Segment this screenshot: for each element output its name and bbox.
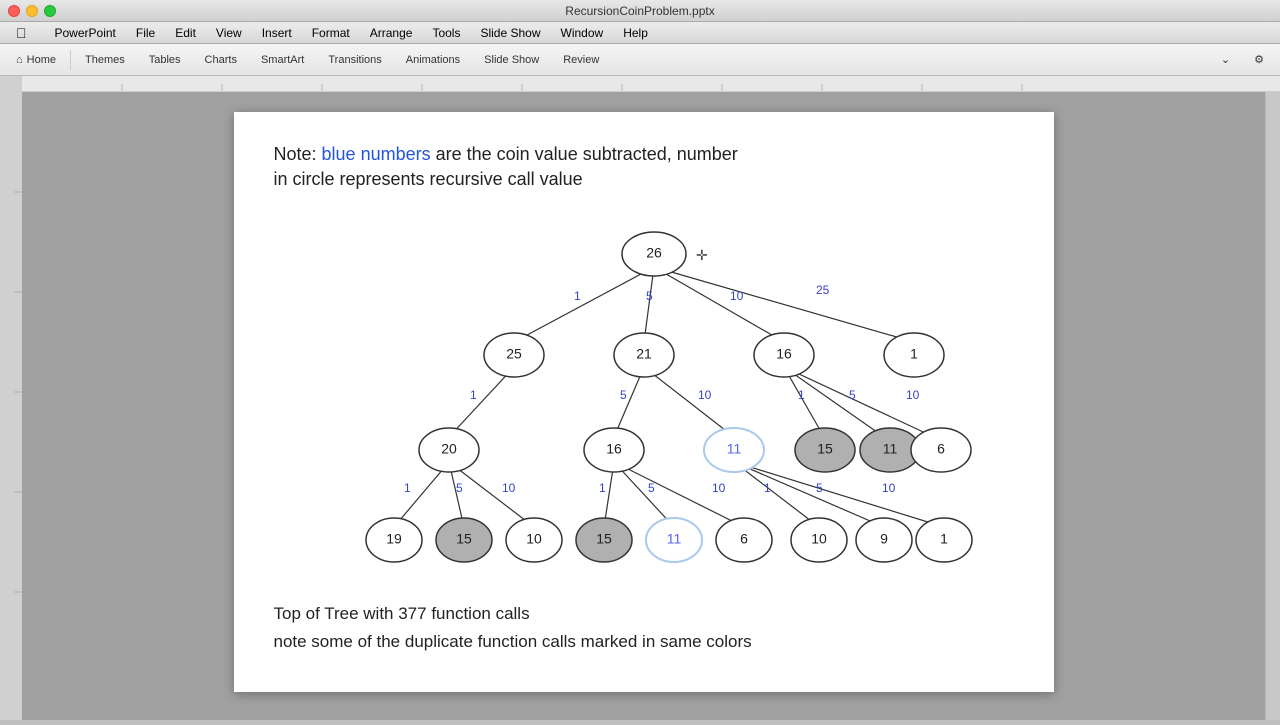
svg-text:15: 15 bbox=[817, 441, 833, 457]
menu-insert[interactable]: Insert bbox=[254, 24, 300, 42]
svg-text:1: 1 bbox=[404, 481, 411, 495]
svg-text:9: 9 bbox=[880, 531, 888, 547]
svg-text:5: 5 bbox=[620, 388, 627, 402]
slide-panel[interactable]: Note: blue numbers are the coin value su… bbox=[22, 92, 1265, 720]
svg-text:5: 5 bbox=[646, 289, 653, 303]
svg-text:10: 10 bbox=[712, 481, 726, 495]
svg-text:11: 11 bbox=[726, 441, 741, 457]
svg-text:1: 1 bbox=[940, 531, 948, 547]
svg-text:6: 6 bbox=[937, 441, 945, 457]
svg-text:15: 15 bbox=[596, 531, 612, 547]
menu-help[interactable]: Help bbox=[615, 24, 656, 42]
svg-text:5: 5 bbox=[849, 388, 856, 402]
svg-text:1: 1 bbox=[798, 388, 805, 402]
svg-text:10: 10 bbox=[526, 531, 542, 547]
toolbar-smartart[interactable]: SmartArt bbox=[249, 50, 316, 70]
menu-window[interactable]: Window bbox=[553, 24, 612, 42]
svg-text:10: 10 bbox=[811, 531, 827, 547]
svg-text:25: 25 bbox=[816, 283, 830, 297]
menu-file[interactable]: File bbox=[128, 24, 163, 42]
svg-text:6: 6 bbox=[740, 531, 748, 547]
apple-menu[interactable]:  bbox=[8, 23, 35, 43]
svg-text:10: 10 bbox=[698, 388, 712, 402]
ruler-horizontal bbox=[0, 76, 1280, 92]
toolbar-home-label: Home bbox=[27, 54, 56, 66]
menu-powerpoint[interactable]: PowerPoint bbox=[47, 24, 124, 42]
minimize-button[interactable] bbox=[26, 5, 38, 17]
svg-text:11: 11 bbox=[666, 531, 681, 547]
toolbar-tables[interactable]: Tables bbox=[137, 50, 193, 70]
svg-text:10: 10 bbox=[906, 388, 920, 402]
traffic-lights bbox=[8, 5, 56, 17]
toolbar-review[interactable]: Review bbox=[551, 50, 611, 70]
bottom-line1: Top of Tree with 377 function calls bbox=[274, 604, 530, 623]
menu-tools[interactable]: Tools bbox=[424, 24, 468, 42]
toolbar-themes[interactable]: Themes bbox=[73, 50, 137, 70]
svg-text:✛: ✛ bbox=[696, 247, 708, 263]
svg-text:10: 10 bbox=[882, 481, 896, 495]
home-icon: ⌂ bbox=[16, 54, 23, 66]
note-blue: blue numbers bbox=[322, 144, 431, 164]
close-button[interactable] bbox=[8, 5, 20, 17]
scrollbar-vertical[interactable] bbox=[1265, 92, 1280, 720]
note-rest: are the coin value subtracted, number bbox=[431, 144, 738, 164]
ruler-vertical bbox=[0, 92, 22, 720]
toolbar-charts[interactable]: Charts bbox=[193, 50, 249, 70]
main-area: Note: blue numbers are the coin value su… bbox=[0, 92, 1280, 720]
menu-format[interactable]: Format bbox=[304, 24, 358, 42]
svg-text:11: 11 bbox=[882, 441, 897, 457]
menu-arrange[interactable]: Arrange bbox=[362, 24, 421, 42]
toolbar-settings[interactable]: ⚙ bbox=[1242, 49, 1276, 70]
toolbar-divider-1 bbox=[70, 50, 71, 70]
svg-text:19: 19 bbox=[386, 531, 402, 547]
svg-text:1: 1 bbox=[764, 481, 771, 495]
svg-text:10: 10 bbox=[730, 289, 744, 303]
svg-text:1: 1 bbox=[599, 481, 606, 495]
note-prefix: Note: bbox=[274, 144, 322, 164]
bottom-line2: note some of the duplicate function call… bbox=[274, 632, 752, 651]
toolbar-animations[interactable]: Animations bbox=[394, 50, 472, 70]
window-title: RecursionCoinProblem.pptx bbox=[565, 4, 714, 18]
svg-text:26: 26 bbox=[646, 245, 662, 261]
menu-view[interactable]: View bbox=[208, 24, 250, 42]
note-line2: in circle represents recursive call valu… bbox=[274, 169, 583, 189]
svg-text:5: 5 bbox=[648, 481, 655, 495]
menu-edit[interactable]: Edit bbox=[167, 24, 204, 42]
toolbar-slideshow[interactable]: Slide Show bbox=[472, 50, 551, 70]
toolbar-home[interactable]: ⌂ Home bbox=[4, 50, 68, 70]
svg-text:5: 5 bbox=[456, 481, 463, 495]
ruler-corner bbox=[0, 76, 22, 92]
menubar:  PowerPoint File Edit View Insert Forma… bbox=[0, 22, 1280, 44]
svg-text:15: 15 bbox=[456, 531, 472, 547]
svg-text:5: 5 bbox=[816, 481, 823, 495]
tree-diagram: .node-circle { fill: white; stroke: #333… bbox=[274, 212, 1034, 592]
svg-text:25: 25 bbox=[506, 346, 522, 362]
bottom-text: Top of Tree with 377 function calls note… bbox=[274, 600, 1014, 654]
toolbar: ⌂ Home Themes Tables Charts SmartArt Tra… bbox=[0, 44, 1280, 76]
note-text: Note: blue numbers are the coin value su… bbox=[274, 142, 1014, 192]
maximize-button[interactable] bbox=[44, 5, 56, 17]
svg-text:1: 1 bbox=[910, 346, 918, 362]
svg-text:16: 16 bbox=[776, 346, 792, 362]
svg-text:10: 10 bbox=[502, 481, 516, 495]
svg-text:1: 1 bbox=[470, 388, 477, 402]
toolbar-transitions[interactable]: Transitions bbox=[316, 50, 393, 70]
menu-slideshow[interactable]: Slide Show bbox=[472, 24, 548, 42]
svg-text:21: 21 bbox=[636, 346, 652, 362]
svg-text:16: 16 bbox=[606, 441, 622, 457]
svg-text:20: 20 bbox=[441, 441, 457, 457]
slide: Note: blue numbers are the coin value su… bbox=[234, 112, 1054, 692]
tree-svg: .node-circle { fill: white; stroke: #333… bbox=[274, 212, 1034, 592]
titlebar: RecursionCoinProblem.pptx bbox=[0, 0, 1280, 22]
toolbar-expand[interactable]: ⌄ bbox=[1209, 49, 1242, 70]
svg-text:1: 1 bbox=[574, 289, 581, 303]
